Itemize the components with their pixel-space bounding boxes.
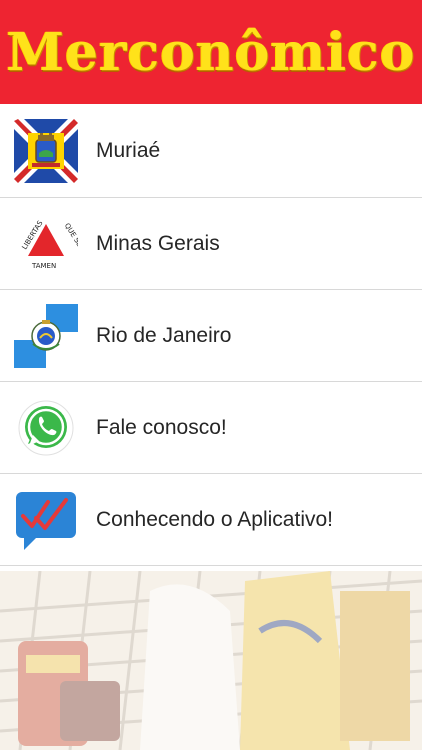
app-logo-title: Merconômico xyxy=(6,21,416,83)
app-header: Merconômico xyxy=(0,0,422,104)
background-image-overlay xyxy=(0,571,422,750)
menu-item-label: Rio de Janeiro xyxy=(96,323,232,347)
menu-item-fale-conosco[interactable]: Fale conosco! xyxy=(0,382,422,474)
menu-item-label: Fale conosco! xyxy=(96,415,227,439)
mg-motto-bottom: TAMEN xyxy=(31,262,56,270)
minas-gerais-flag-icon: LIBERTAS QUE SERA TAMEN xyxy=(14,211,78,276)
whatsapp-icon xyxy=(14,396,78,460)
menu-item-muriae[interactable]: Muriaé xyxy=(0,104,422,198)
shopping-cart-background-image xyxy=(0,571,422,750)
rio-de-janeiro-flag-icon xyxy=(14,303,78,368)
menu-item-label: Minas Gerais xyxy=(96,231,220,255)
chat-checkmark-icon xyxy=(14,488,78,552)
menu-item-label: Muriaé xyxy=(96,138,161,162)
menu-item-minas-gerais[interactable]: LIBERTAS QUE SERA TAMEN Minas Gerais xyxy=(0,198,422,290)
muriae-flag-icon xyxy=(14,118,78,183)
menu-item-conhecendo-o-aplicativo[interactable]: Conhecendo o Aplicativo! xyxy=(0,474,422,566)
menu-item-rio-de-janeiro[interactable]: Rio de Janeiro xyxy=(0,290,422,382)
menu-item-label: Conhecendo o Aplicativo! xyxy=(96,507,333,531)
main-menu: Muriaé LIBERTAS QUE SERA TAMEN Minas Ger… xyxy=(0,104,422,566)
